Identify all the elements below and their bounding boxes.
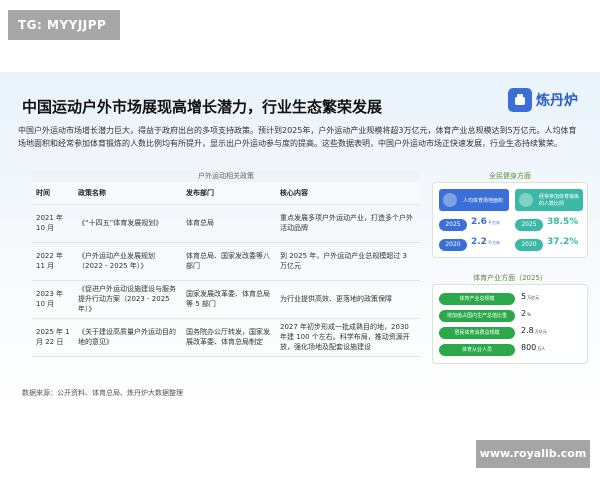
cell-name: 《促进户外运动设施建设与服务提升行动方案（2023 - 2025 年）》 [74, 280, 182, 319]
cell-dept: 体育总局 [182, 204, 276, 243]
col-time: 时间 [32, 182, 74, 205]
people-value-2025: 38.5% [547, 217, 579, 227]
industry-item-value: 2.8万亿元 [521, 326, 547, 335]
col-name: 政策名称 [74, 182, 182, 205]
cell-time: 2025 年 1 月 22 日 [32, 318, 74, 357]
cell-dept: 国务院办公厅转发，国家发展改革委、体育总局制定 [182, 318, 276, 357]
year-pill: 2020 [439, 239, 467, 251]
cell-time: 2023 年 10 月 [32, 280, 74, 319]
watermark-top: TG: MYYJJPP [8, 10, 120, 40]
industry-panel: 体育产业总规模 5万亿元 增加值占国内生产总值比重 2% 居民体育消费总规模 2… [432, 284, 588, 364]
cell-content: 重点发展多项户外运动产业，打造多个户外活动品牌 [276, 204, 420, 243]
people-tile-label: 经常参加体育锻炼的人数比例 [539, 194, 580, 207]
data-source: 数据来源：公开资料、体育总局、炼丹炉大数据整理 [22, 389, 183, 397]
cell-content: 到 2025 年，户外运动产业总规模超过 3 万亿元 [276, 242, 420, 281]
area-value-2025: 2.6平方米 [471, 217, 500, 227]
table-row: 2025 年 1 月 22 日 《关于建设高质量户外运动目的地的意见》 国务院办… [32, 318, 420, 357]
industry-item-label: 体育产业总规模 [439, 293, 515, 305]
industry-item-value: 800万人 [521, 343, 546, 352]
table-row: 2022 年 11 月 《户外运动产业发展规划（2022 - 2025 年）》 … [32, 242, 420, 281]
industry-item-value: 5万亿元 [521, 292, 540, 301]
intro-paragraph: 中国户外运动市场增长潜力巨大，得益于政府出台的多项支持政策。预计到2025年，户… [18, 126, 577, 148]
cell-dept: 体育总局、国家发改委等八部门 [182, 242, 276, 281]
brand-logo-icon [508, 88, 532, 112]
industry-item-label: 体育从业人员 [439, 344, 515, 356]
cell-name: 《关于建设高质量户外运动目的地的意见》 [74, 318, 182, 357]
industry-title: 体育产业方面（2025） [473, 274, 547, 282]
industry-item-label: 增加值占国内生产总值比重 [439, 310, 515, 322]
fitness-panel: 人均体育场地面积 经常参加体育锻炼的人数比例 2025 2.6平方米 2020 … [432, 182, 588, 258]
table-row: 2023 年 10 月 《促进户外运动设施建设与服务提升行动方案（2023 - … [32, 280, 420, 319]
col-content: 核心内容 [276, 182, 420, 205]
cell-content: 2027 年初步形成一批成熟目的地，2030 年建 100 个左右。科学布局，推… [276, 318, 420, 357]
area-tile-label: 人均体育场地面积 [463, 197, 504, 204]
people-tile: 经常参加体育锻炼的人数比例 [515, 189, 583, 211]
policy-table-title: 户外运动相关政策 [32, 170, 420, 182]
table-header-row: 时间 政策名称 发布部门 核心内容 [32, 182, 420, 205]
table-row: 2021 年 10 月 《“十四五”体育发展规划》 体育总局 重点发展多项户外运… [32, 204, 420, 243]
people-icon [519, 193, 533, 207]
industry-item-label: 居民体育消费总规模 [439, 327, 515, 339]
cell-time: 2022 年 11 月 [32, 242, 74, 281]
area-tile: 人均体育场地面积 [439, 189, 509, 211]
cell-time: 2021 年 10 月 [32, 204, 74, 243]
brand-name: 炼丹炉 [536, 93, 578, 109]
people-value-2020: 37.2% [547, 237, 579, 247]
cell-dept: 国家发展改革委、体育总局等 5 部门 [182, 280, 276, 319]
stadium-icon [443, 193, 457, 207]
policy-panel: 户外运动相关政策 时间 政策名称 发布部门 核心内容 2021 年 10 月 《… [32, 170, 420, 366]
col-dept: 发布部门 [182, 182, 276, 205]
year-pill: 2020 [515, 239, 543, 251]
cell-content: 为行业提供高效、更落地的政策保障 [276, 280, 420, 319]
infographic-card: 中国运动户外市场展现高增长潜力，行业生态繁荣发展 炼丹炉 中国户外运动市场增长潜… [0, 72, 600, 412]
policy-table: 时间 政策名称 发布部门 核心内容 2021 年 10 月 《“十四五”体育发展… [32, 182, 420, 357]
fitness-title: 全民健身方面 [489, 172, 531, 180]
year-pill: 2025 [515, 219, 543, 231]
page-title: 中国运动户外市场展现高增长潜力，行业生态繁荣发展 [22, 98, 383, 116]
cell-name: 《“十四五”体育发展规划》 [74, 204, 182, 243]
cell-name: 《户外运动产业发展规划（2022 - 2025 年）》 [74, 242, 182, 281]
industry-item-value: 2% [521, 309, 531, 318]
year-pill: 2025 [439, 219, 467, 231]
area-value-2020: 2.2平方米 [471, 237, 500, 247]
watermark-bottom: www.royallb.com [476, 440, 590, 468]
